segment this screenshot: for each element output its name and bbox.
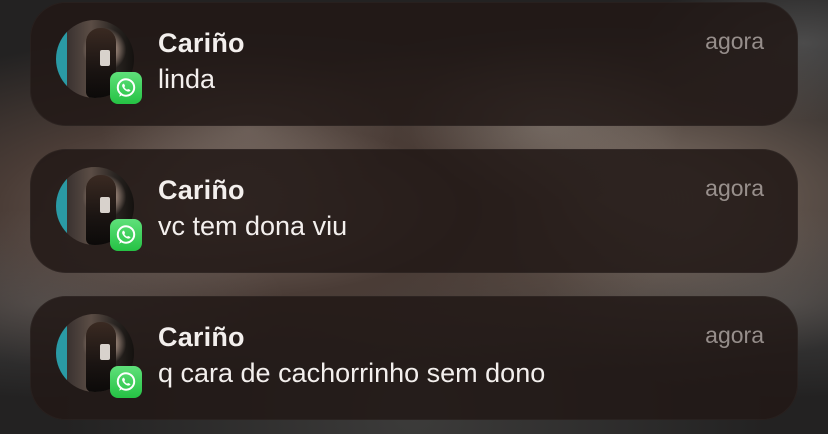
notification-title: Cariño (158, 175, 245, 205)
notification-card[interactable]: Cariño agora vc tem dona viu (30, 149, 798, 273)
notification-stack: Cariño agora linda Cariño agora vc tem d… (0, 0, 828, 434)
notification-card[interactable]: Cariño agora q cara de cachorrinho sem d… (30, 296, 798, 420)
notification-message: linda (158, 64, 216, 94)
notification-time: agora (705, 28, 764, 54)
notification-card[interactable]: Cariño agora linda (30, 2, 798, 126)
whatsapp-icon (110, 72, 142, 104)
notification-message: q cara de cachorrinho sem dono (158, 358, 546, 388)
notification-time: agora (705, 322, 764, 348)
notification-title: Cariño (158, 322, 245, 352)
whatsapp-icon (110, 366, 142, 398)
whatsapp-icon (110, 219, 142, 251)
notification-message: vc tem dona viu (158, 211, 348, 241)
notification-time: agora (705, 175, 764, 201)
notification-title: Cariño (158, 28, 245, 58)
